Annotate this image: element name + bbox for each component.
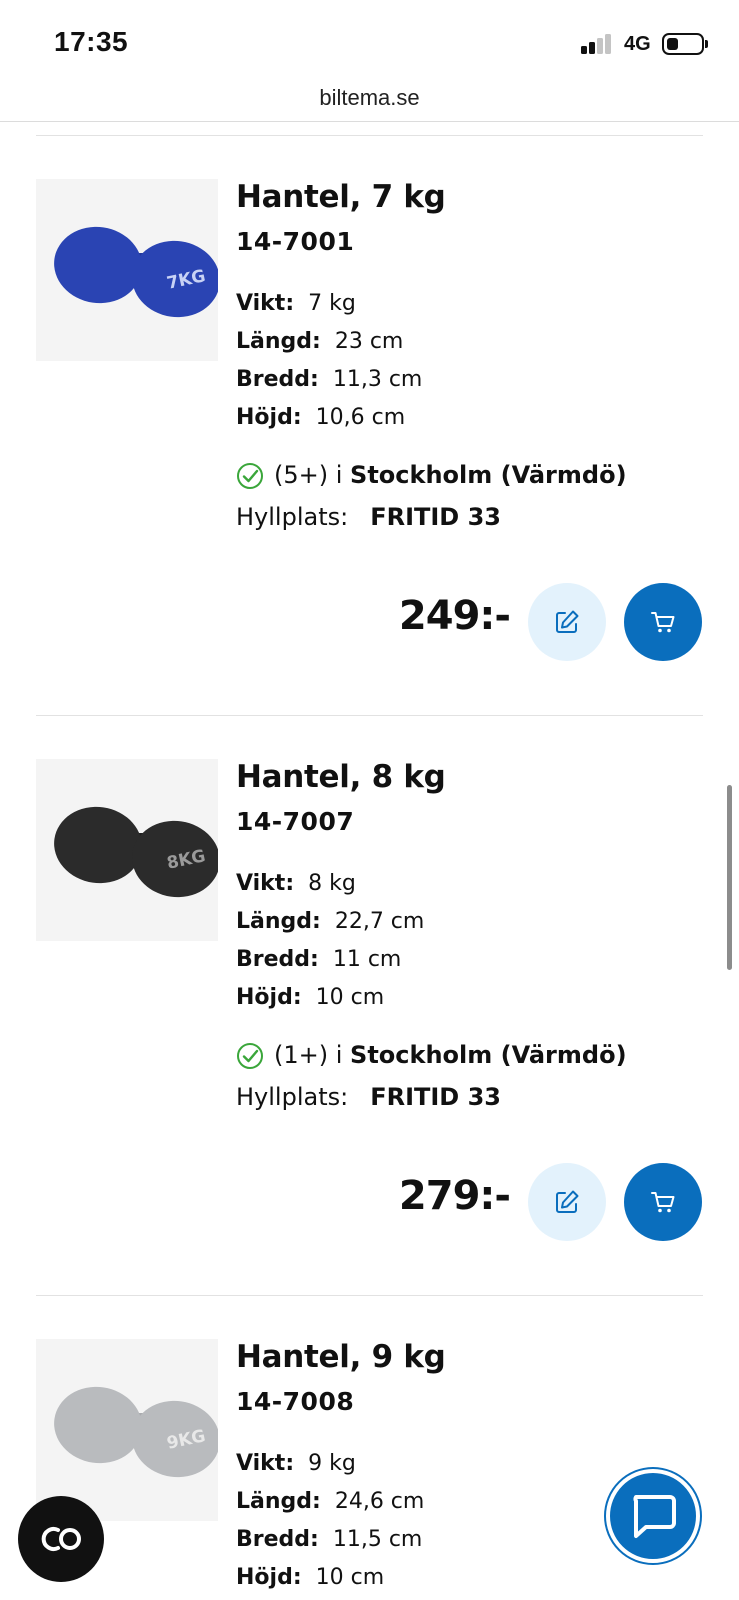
edit-note-icon [556,1190,579,1213]
spec-row: Längd: 22,7 cm [236,903,424,941]
product-image[interactable]: 9KG [36,1339,218,1521]
spec-value: 7 kg [308,291,356,316]
spec-value: 9 kg [308,1451,356,1476]
status-time: 17:35 [54,26,129,57]
product-price: 279:- [398,1173,511,1219]
signal-icon [581,34,611,54]
product-sku: 14-7007 [236,807,355,836]
spec-value: 11 cm [332,947,402,972]
spec-key: Vikt: [236,871,295,896]
battery-tip [705,40,708,48]
spec-key: Längd: [236,329,321,354]
dumbbell-image: 8KG [54,806,218,898]
scrollbar[interactable] [727,785,732,970]
spec-row: Vikt: 9 kg [236,1445,424,1483]
spec-key: Bredd: [236,367,319,392]
chat-bubble-icon [633,1495,676,1538]
spec-row: Bredd: 11,5 cm [236,1521,424,1559]
product-image[interactable]: 8KG [36,759,218,941]
spec-list: Vikt: 9 kg Längd: 24,6 cm Bredd: 11,5 cm Hö… [236,1445,424,1597]
spec-key: Bredd: [236,1527,319,1552]
address-bar[interactable]: biltema.se [0,78,739,122]
spec-row: Höjd: 10 cm [236,1559,424,1597]
spec-value: 8 kg [308,871,356,896]
shelf-label: Hyllplats: [236,1083,349,1111]
network-label: 4G [624,33,651,55]
spec-value: 23 cm [334,329,404,354]
spec-key: Höjd: [236,1565,302,1590]
spec-key: Bredd: [236,947,319,972]
spec-key: Vikt: [236,1451,295,1476]
spec-row: Längd: 23 cm [236,323,422,361]
dumbbell-image: 9KG [54,1386,218,1478]
co-badge[interactable] [18,1496,104,1582]
battery-icon [662,33,704,55]
spec-row: Höjd: 10 cm [236,979,424,1017]
cart-icon [651,612,675,633]
co-logo [41,1527,81,1551]
stock-store: Stockholm (Värmdö) [350,1041,627,1069]
spec-value: 22,7 cm [334,909,425,934]
product-sku: 14-7001 [236,227,355,256]
add-to-cart-button[interactable] [624,1163,702,1241]
stock-count: (1+) i [274,1041,351,1069]
spec-row: Längd: 24,6 cm [236,1483,424,1521]
spec-value: 11,3 cm [332,367,423,392]
add-note-button[interactable] [528,1163,606,1241]
spec-value: 10 cm [315,1565,385,1590]
add-to-cart-button[interactable] [624,583,702,661]
shelf-label: Hyllplats: [236,503,349,531]
spec-list: Vikt: 8 kg Längd: 22,7 cm Bredd: 11 cm Höjd… [236,865,424,1017]
shelf-location: Hyllplats: FRITID 33 [236,1079,501,1115]
spec-value: 10 cm [315,985,385,1010]
dumbbell-image: 7KG [54,226,218,318]
product-sku: 14-7008 [236,1387,355,1416]
spec-key: Höjd: [236,405,302,430]
product-card: 7KG Hantel, 7 kg 14-7001 Vikt: 7 kg Längd… [0,135,739,715]
spec-row: Höjd: 10,6 cm [236,399,422,437]
status-bar: 17:35 4G [0,0,739,80]
product-title[interactable]: Hantel, 9 kg [236,1339,446,1375]
shelf-value: FRITID 33 [370,1083,501,1111]
cart-icon [651,1192,675,1213]
spec-key: Höjd: [236,985,302,1010]
stock-store: Stockholm (Värmdö) [350,461,627,489]
check-circle-icon [237,463,263,489]
spec-list: Vikt: 7 kg Längd: 23 cm Bredd: 11,3 cm Höjd… [236,285,422,437]
product-title[interactable]: Hantel, 7 kg [236,179,446,215]
add-note-button[interactable] [528,583,606,661]
spec-key: Längd: [236,909,321,934]
spec-row: Vikt: 8 kg [236,865,424,903]
spec-row: Bredd: 11 cm [236,941,424,979]
product-price: 249:- [398,593,511,639]
spec-key: Vikt: [236,291,295,316]
spec-key: Längd: [236,1489,321,1514]
stock-status[interactable]: (5+) i Stockholm (Värmdö) [236,457,627,493]
spec-value: 24,6 cm [334,1489,425,1514]
shelf-value: FRITID 33 [370,503,501,531]
spec-value: 10,6 cm [315,405,406,430]
product-card: 8KG Hantel, 8 kg 14-7007 Vikt: 8 kg Längd… [0,715,739,1295]
shelf-location: Hyllplats: FRITID 33 [236,499,501,535]
check-circle-icon [237,1043,263,1069]
stock-status[interactable]: (1+) i Stockholm (Värmdö) [236,1037,627,1073]
spec-row: Vikt: 7 kg [236,285,422,323]
product-title[interactable]: Hantel, 8 kg [236,759,446,795]
stock-count: (5+) i [274,461,351,489]
chat-button[interactable] [606,1469,700,1563]
spec-row: Bredd: 11,3 cm [236,361,422,399]
edit-note-icon [556,610,579,633]
spec-value: 11,5 cm [332,1527,423,1552]
product-image[interactable]: 7KG [36,179,218,361]
